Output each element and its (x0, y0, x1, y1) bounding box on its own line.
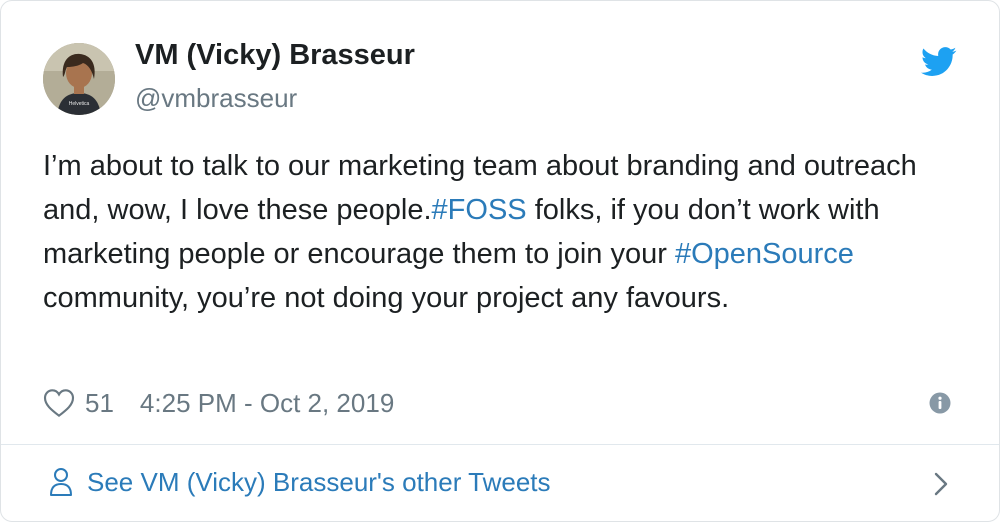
person-icon (50, 468, 72, 496)
tweet-meta: 51 4:25 PM - Oct 2, 2019 (43, 385, 394, 421)
info-icon[interactable] (929, 392, 951, 414)
twitter-bird-icon[interactable] (921, 46, 957, 78)
chevron-right-icon[interactable] (933, 471, 949, 497)
tweet-text-segment: community, you’re not doing your project… (43, 282, 730, 314)
hashtag-link-opensource[interactable]: #OpenSource (675, 238, 854, 270)
embedded-tweet-card: Helvetica VM (Vicky) Brasseur @vmbrasseu… (0, 0, 1000, 522)
see-other-tweets-label[interactable]: See VM (Vicky) Brasseur's other Tweets (87, 467, 551, 498)
shirt-text: Helvetica (69, 101, 90, 107)
author-avatar[interactable]: Helvetica (43, 43, 115, 115)
see-other-tweets-link[interactable]: See VM (Vicky) Brasseur's other Tweets (1, 445, 999, 521)
tweet-timestamp[interactable]: 4:25 PM - Oct 2, 2019 (140, 388, 394, 419)
like-count[interactable]: 51 (85, 388, 114, 419)
author-handle[interactable]: @vmbrasseur (135, 83, 297, 114)
hashtag-link-foss[interactable]: #FOSS (432, 194, 527, 226)
author-display-name[interactable]: VM (Vicky) Brasseur (135, 39, 415, 72)
avatar-photo: Helvetica (43, 43, 115, 115)
tweet-text: I’m about to talk to our marketing team … (43, 144, 973, 320)
heart-outline-icon[interactable] (43, 388, 75, 418)
